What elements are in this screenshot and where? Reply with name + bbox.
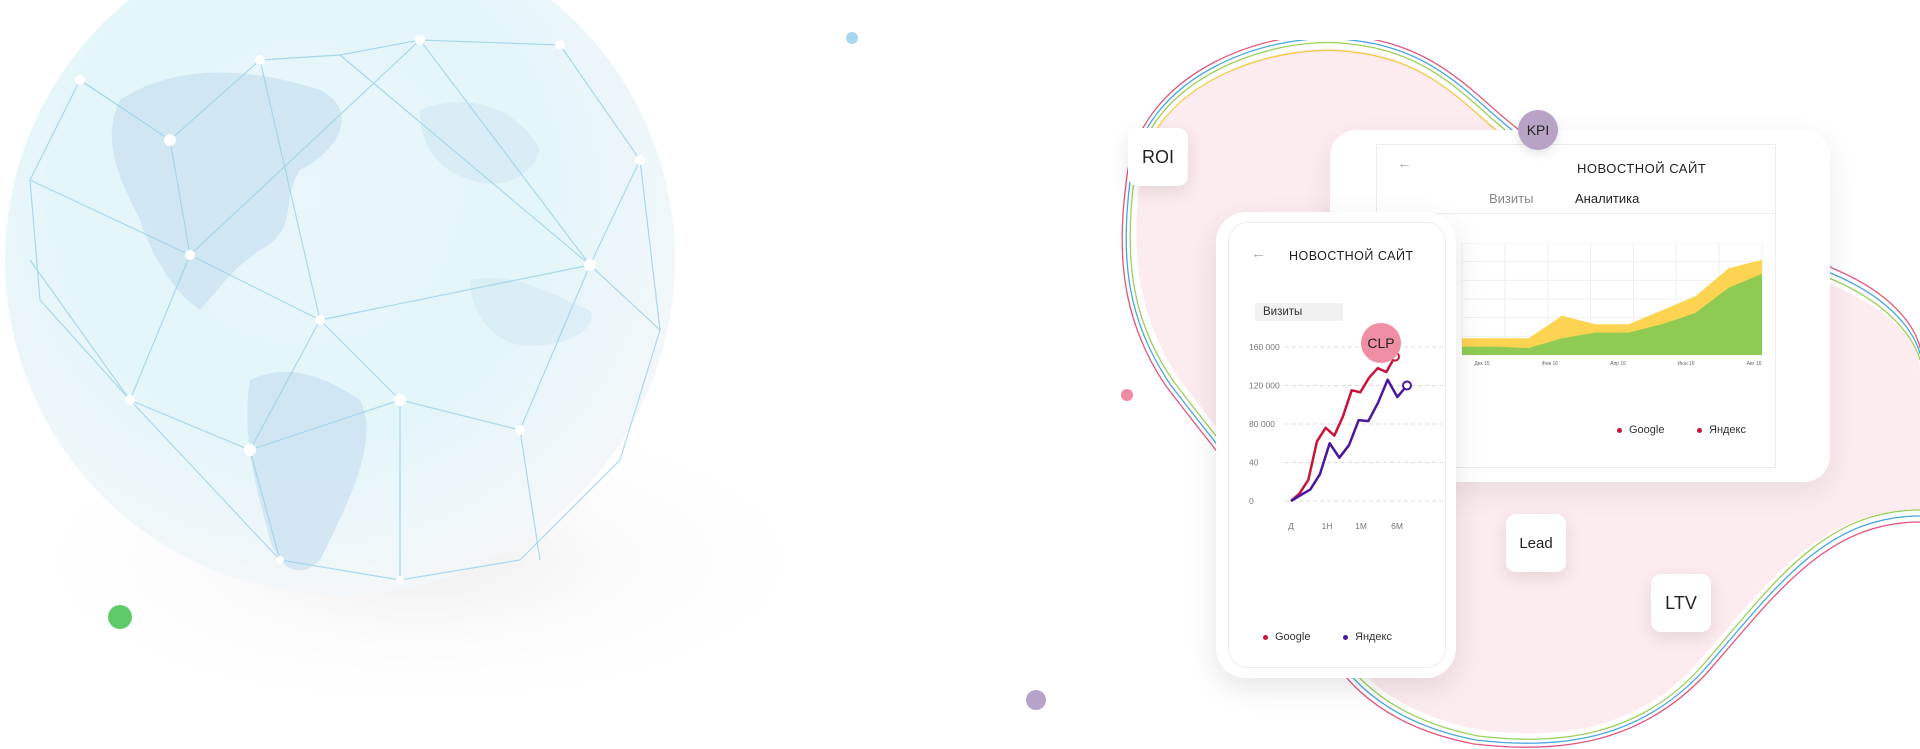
x-tick-label: 1Н: [1322, 521, 1333, 531]
phone-legend-yandex: Яндекс: [1343, 631, 1392, 643]
clp-badge: CLP: [1361, 323, 1401, 363]
y-tick-label: 160 000: [1249, 342, 1280, 352]
roi-label: ROI: [1141, 146, 1174, 167]
phone-page-title: НОВОСТНОЙ САЙТ: [1289, 249, 1414, 263]
x-tick-label: Июн 16: [1677, 361, 1694, 367]
legend-label: Яндекс: [1355, 631, 1392, 643]
tablet-x-ticks: Дек 15 Фев 16 Апр 16 Июн 16 Авг 16: [1474, 361, 1761, 367]
arrow-left-icon[interactable]: ←: [1397, 155, 1412, 172]
tablet-legend-yandex: Яндекс: [1697, 424, 1746, 436]
phone-chart-grid: 0 40 80 000 120 000 160 000: [1249, 342, 1445, 506]
y-tick-label: 80 000: [1249, 419, 1275, 429]
x-tick-label: Фев 16: [1542, 361, 1558, 367]
phone-legend-google: Google: [1263, 631, 1310, 643]
tablet-legend-google: Google: [1617, 424, 1664, 436]
legend-dot: [1263, 634, 1268, 640]
tab-analytics[interactable]: Аналитика: [1575, 191, 1639, 206]
y-tick-label: 120 000: [1249, 381, 1280, 391]
endpoint-marker: [1402, 380, 1412, 391]
x-tick-label: 1М: [1355, 521, 1367, 531]
y-tick-label: 0: [1249, 496, 1254, 506]
legend-dot: [1343, 634, 1348, 640]
ltv-label: LTV: [1665, 592, 1697, 613]
legend-dot: [1697, 427, 1702, 433]
tab-visits[interactable]: Визиты: [1255, 303, 1343, 321]
y-tick-label: 40: [1249, 458, 1259, 468]
x-tick-label: Апр 16: [1610, 361, 1626, 367]
phone-line-chart: 0 40 80 000 120 000 160 000 Д 1Н 1М 6М: [1249, 342, 1445, 531]
legend-label: Яндекс: [1709, 424, 1746, 436]
green-dot: [108, 605, 132, 629]
kpi-label: KPI: [1526, 122, 1550, 138]
phone-x-ticks: Д 1Н 1М 6М: [1288, 521, 1403, 531]
lead-badge: Lead: [1506, 514, 1566, 572]
line-series-google: [1290, 356, 1397, 502]
x-tick-label: Дек 15: [1474, 361, 1490, 367]
tablet-area-chart: Дек 15 Фев 16 Апр 16 Июн 16 Авг 16: [1461, 243, 1763, 367]
clp-label: CLP: [1367, 335, 1395, 351]
blue-dot: [846, 32, 858, 44]
phone-screen: ← НОВОСТНОЙ САЙТ Визиты 0 40 80 000 120 000…: [1228, 222, 1446, 668]
purple-dot: [1026, 690, 1046, 710]
legend-label: Google: [1275, 631, 1311, 643]
tab-visits[interactable]: Визиты: [1489, 191, 1533, 206]
ltv-badge: LTV: [1651, 574, 1711, 632]
phone-mockup: ← НОВОСТНОЙ САЙТ Визиты 0 40 80 000 120 000…: [1216, 212, 1456, 678]
tablet-page-title: НОВОСТНОЙ САЙТ: [1577, 161, 1707, 176]
legend-label: Google: [1629, 424, 1665, 436]
x-tick-label: 6М: [1391, 521, 1403, 531]
tablet-tabs: Визиты Аналитика: [1377, 185, 1775, 214]
lead-label: Lead: [1519, 534, 1553, 552]
legend-dot: [1617, 427, 1622, 433]
roi-badge: ROI: [1128, 128, 1188, 186]
kpi-badge: KPI: [1518, 110, 1558, 150]
x-tick-label: Авг 16: [1747, 361, 1762, 367]
arrow-left-icon[interactable]: ←: [1251, 245, 1266, 262]
x-tick-label: Д: [1288, 521, 1294, 531]
